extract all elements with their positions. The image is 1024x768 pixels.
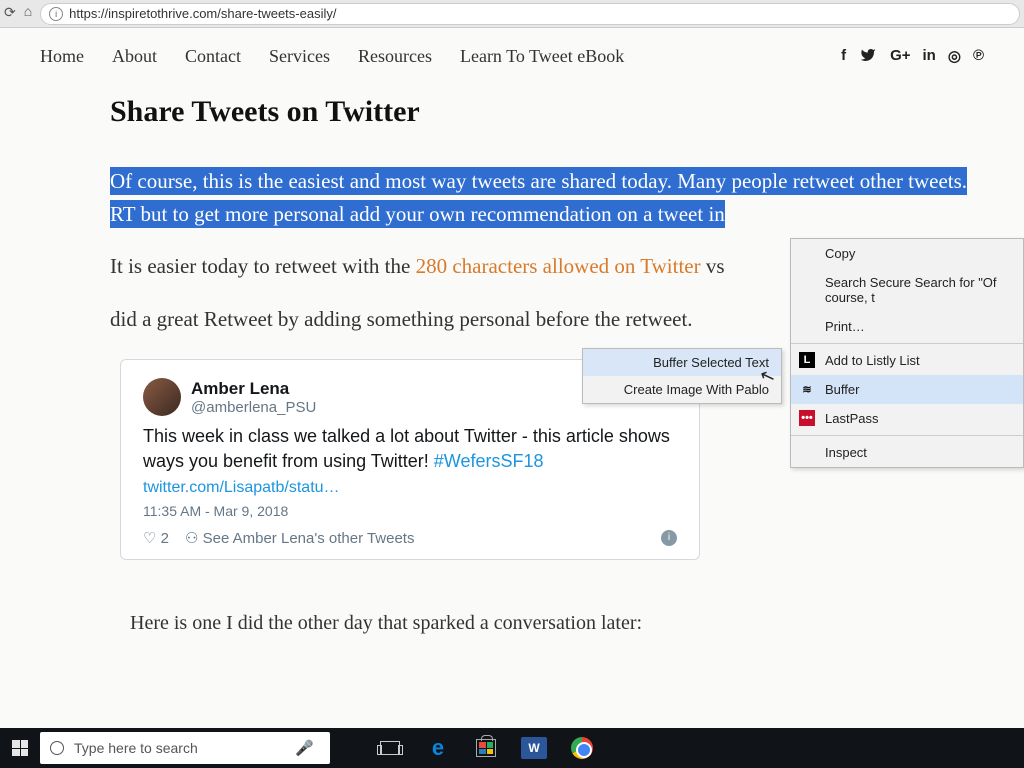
paragraph-below: Here is one I did the other day that spa… — [110, 612, 984, 635]
pinterest-icon[interactable]: ℗ — [973, 47, 984, 67]
task-view-icon — [380, 741, 400, 755]
nav-resources[interactable]: Resources — [358, 46, 432, 67]
selected-text-line2: RT but to get more personal add your own… — [110, 200, 725, 228]
listly-icon: L — [799, 352, 815, 368]
tweet-body: This week in class we talked a lot about… — [143, 424, 677, 474]
cortana-circle-icon — [50, 741, 64, 755]
tweet-author-handle[interactable]: @amberlena_PSU — [191, 399, 316, 416]
page-content: Home About Contact Services Resources Le… — [0, 28, 1024, 728]
nav-ebook[interactable]: Learn To Tweet eBook — [460, 46, 624, 67]
site-info-icon[interactable]: i — [49, 7, 63, 21]
context-menu: Copy Search Secure Search for "Of course… — [790, 238, 1024, 468]
menu-separator — [791, 435, 1023, 436]
store-button[interactable] — [466, 728, 506, 768]
word-button[interactable]: W — [514, 728, 554, 768]
edge-button[interactable]: e — [418, 728, 458, 768]
nav-about[interactable]: About — [112, 46, 157, 67]
taskbar-search[interactable]: Type here to search 🎤 — [40, 732, 330, 764]
lastpass-icon: ••• — [799, 410, 815, 426]
nav-contact[interactable]: Contact — [185, 46, 241, 67]
chrome-icon — [571, 737, 593, 759]
microphone-icon[interactable]: 🎤 — [295, 739, 314, 757]
reload-icon[interactable]: ⟳ — [4, 5, 16, 22]
see-other-tweets[interactable]: ⚇ See Amber Lena's other Tweets — [185, 529, 415, 547]
chrome-button[interactable] — [562, 728, 602, 768]
edge-icon: e — [432, 735, 444, 761]
buffer-submenu: Buffer Selected Text Create Image With P… — [582, 348, 782, 404]
menu-lastpass[interactable]: ••• LastPass — [791, 404, 1023, 433]
nav-services[interactable]: Services — [269, 46, 330, 67]
nav-home[interactable]: Home — [40, 46, 84, 67]
buffer-icon: ≋ — [799, 381, 815, 397]
menu-create-image-pablo[interactable]: Create Image With Pablo — [583, 376, 781, 403]
menu-buffer-selected-text[interactable]: Buffer Selected Text — [583, 349, 781, 376]
site-nav: Home About Contact Services Resources Le… — [0, 46, 1024, 67]
menu-copy[interactable]: Copy — [791, 239, 1023, 268]
instagram-icon[interactable]: ◎ — [948, 47, 961, 67]
menu-separator — [791, 343, 1023, 344]
word-icon: W — [521, 737, 547, 759]
linkedin-icon[interactable]: in — [923, 47, 936, 67]
home-icon[interactable]: ⌂ — [24, 5, 32, 22]
store-icon — [476, 739, 496, 757]
url-text: https://inspiretothrive.com/share-tweets… — [69, 6, 336, 21]
twitter-icon[interactable] — [858, 47, 878, 67]
google-plus-icon[interactable]: G+ — [890, 47, 910, 67]
menu-print[interactable]: Print… — [791, 312, 1023, 341]
link-280-chars[interactable]: 280 characters allowed on Twitter — [416, 254, 701, 278]
tweet-hashtag[interactable]: #WefersSF18 — [434, 451, 544, 471]
windows-logo-icon — [12, 740, 28, 756]
tweet-timestamp[interactable]: 11:35 AM - Mar 9, 2018 — [143, 503, 677, 519]
start-button[interactable] — [0, 728, 40, 768]
avatar[interactable] — [143, 378, 181, 416]
menu-inspect[interactable]: Inspect — [791, 438, 1023, 467]
tweet-author-name[interactable]: Amber Lena — [191, 379, 316, 399]
windows-taskbar: Type here to search 🎤 e W — [0, 728, 1024, 768]
highlighted-paragraph: Of course, this is the easiest and most … — [110, 165, 984, 230]
like-button[interactable]: ♡ 2 — [143, 529, 169, 547]
url-field[interactable]: i https://inspiretothrive.com/share-twee… — [40, 3, 1020, 25]
tweet-info-icon[interactable]: i — [661, 530, 677, 546]
selected-text-line1: Of course, this is the easiest and most … — [110, 167, 967, 195]
tweet-link[interactable]: twitter.com/Lisapatb/statu… — [143, 479, 677, 497]
search-placeholder: Type here to search — [74, 740, 198, 756]
article-title: Share Tweets on Twitter — [110, 95, 984, 129]
menu-add-to-listly[interactable]: L Add to Listly List — [791, 346, 1023, 375]
menu-buffer[interactable]: ≋ Buffer — [791, 375, 1023, 404]
task-view-button[interactable] — [370, 728, 410, 768]
browser-address-bar: ⟳ ⌂ i https://inspiretothrive.com/share-… — [0, 0, 1024, 28]
menu-search-selection[interactable]: Search Secure Search for "Of course, t — [791, 268, 1023, 312]
facebook-icon[interactable]: f — [841, 47, 846, 67]
